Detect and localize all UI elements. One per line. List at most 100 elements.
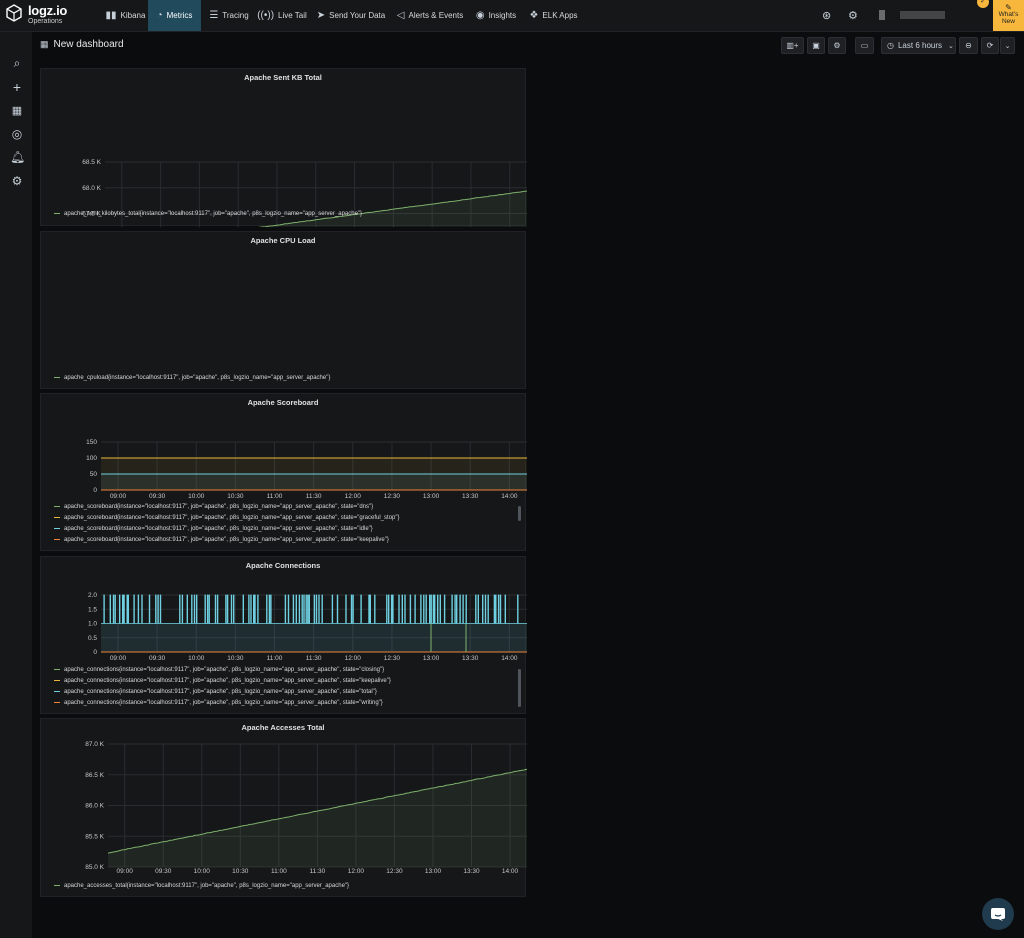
x-tick-label: 12:00 [345, 493, 362, 500]
megaphone-icon: ◁ [396, 10, 405, 21]
dashboard-title[interactable]: ▦ New dashboard [40, 39, 124, 50]
notification-badge: ✓ [977, 0, 989, 8]
account-avatar[interactable] [879, 10, 885, 20]
alerting-bell-icon[interactable]: 🔔︎ [10, 150, 25, 164]
nav-label: Insights [488, 11, 517, 20]
legend-item[interactable]: apache_connections{instance="localhost:9… [54, 678, 391, 689]
logo-name: logz.io [28, 3, 68, 18]
nav-tracing[interactable]: ☰ Tracing [204, 0, 254, 31]
legend-item[interactable]: apache_sent_kilobytes_total{instance="lo… [54, 211, 362, 222]
panel-apache-connections: Apache Connections 2.0 1.5 1.0 0.5 0 09:00 09:… [40, 556, 527, 714]
y-tick-label: 0.5 [88, 635, 97, 642]
nav-kibana[interactable]: ▮▮ Kibana [103, 0, 148, 31]
legend-label: apache_accesses_total{instance="localhos… [64, 883, 350, 889]
legend-label: apache_scoreboard{instance="localhost:91… [64, 515, 400, 521]
left-sidebar: ⌕ + ▦ ◎ 🔔︎ ⚙ [0, 32, 32, 938]
x-tick-label: 09:30 [149, 493, 166, 500]
create-plus-icon[interactable]: + [10, 79, 24, 95]
x-tick-label: 12:00 [348, 868, 365, 875]
x-tick-label: 11:00 [267, 493, 283, 500]
legend-item[interactable]: apache_cpuload{instance="localhost:9117"… [54, 375, 330, 386]
x-tick-label: 10:30 [232, 868, 249, 875]
legend-label: apache_connections{instance="localhost:9… [64, 700, 383, 706]
legend-label: apache_cpuload{instance="localhost:9117"… [64, 375, 331, 381]
x-tick-label: 14:00 [502, 868, 519, 875]
y-tick-label: 86.5 K [85, 772, 104, 779]
whats-new-line1: What's [998, 11, 1019, 18]
account-name-redacted[interactable] [900, 11, 945, 19]
legend-item[interactable]: apache_connections{instance="localhost:9… [54, 667, 391, 678]
wand-icon: ✎ [1005, 3, 1012, 12]
cycle-view-mode-button[interactable]: ▭ [855, 37, 874, 54]
add-panel-button[interactable]: ▥+ [781, 37, 804, 54]
legend-swatch [54, 690, 60, 692]
legend-swatch [54, 516, 60, 518]
y-tick-label: 1.0 [88, 621, 97, 628]
nav-label: Send Your Data [329, 11, 386, 20]
explore-compass-icon[interactable]: ◎ [10, 127, 24, 141]
nav-live-tail[interactable]: ((•)) Live Tail [257, 0, 307, 31]
x-tick-label: 09:00 [110, 655, 127, 662]
monitor-icon: ▭ [860, 41, 869, 50]
legend-label: apache_scoreboard{instance="localhost:91… [64, 537, 389, 543]
legend-label: apache_connections{instance="localhost:9… [64, 678, 391, 684]
nav-insights[interactable]: ◉ Insights [471, 0, 521, 31]
nav-label: Kibana [120, 11, 146, 20]
x-tick-label: 09:30 [149, 655, 166, 662]
dashboard-settings-button[interactable]: ⚙ [828, 37, 846, 54]
dashboard-title-text: New dashboard [53, 39, 124, 50]
refresh-icon: ⟳ [986, 41, 994, 50]
configuration-gear-icon[interactable]: ⚙ [10, 174, 24, 188]
zoom-out-button[interactable]: ⊖ [959, 37, 978, 54]
legend-swatch [54, 505, 60, 507]
search-icon[interactable]: ⌕ [10, 56, 24, 71]
logzio-logo[interactable]: logz.io Operations [6, 3, 68, 27]
legend-item[interactable]: apache_scoreboard{instance="localhost:91… [54, 526, 400, 537]
x-tick-label: 11:00 [271, 868, 287, 875]
nav-alerts-events[interactable]: ◁ Alerts & Events [392, 0, 468, 31]
help-lifebuoy-icon[interactable]: ⊛ [822, 9, 831, 22]
refresh-button[interactable]: ⟳ [981, 37, 999, 54]
save-dashboard-button[interactable]: ▣ [807, 37, 825, 54]
nav-label: ELK Apps [542, 11, 578, 20]
legend-item[interactable]: apache_scoreboard{instance="localhost:91… [54, 504, 400, 515]
x-tick-label: 14:00 [501, 655, 518, 662]
logo-cube-icon [6, 4, 22, 22]
gear-icon: ⚙ [833, 41, 841, 50]
legend-item[interactable]: apache_accesses_total{instance="localhos… [54, 883, 349, 894]
sent-kb-chart[interactable]: 68.5 K68.0 K67.5 K67.0 K66.5 K09:0009:30… [41, 69, 527, 227]
accesses-total-chart[interactable]: 87.0 K 86.5 K 86.0 K 85.5 K 85.0 K 09:00 09:30… [41, 719, 527, 898]
x-tick-label: 10:30 [227, 655, 244, 662]
refresh-interval-dropdown[interactable]: ⌄ [1000, 37, 1015, 54]
bar-chart-icon: ▮▮ [105, 10, 117, 21]
x-tick-label: 10:30 [227, 493, 244, 500]
y-tick-label: 150 [86, 439, 97, 446]
x-tick-label: 11:00 [267, 655, 283, 662]
legend-swatch [54, 701, 60, 703]
whats-new-line2: New [1001, 18, 1015, 25]
settings-gear-icon[interactable]: ⚙ [848, 9, 858, 22]
x-tick-label: 10:00 [188, 655, 205, 662]
time-range-picker[interactable]: ◷ Last 6 hours ⌄ [881, 37, 956, 54]
dashboards-grid-icon[interactable]: ▦ [10, 104, 24, 117]
nav-metrics[interactable]: ◔ Metrics [148, 0, 201, 31]
cpu-load-chart[interactable]: 0.016750.016700.016650.016600.0165509:00… [41, 232, 527, 390]
chevron-down-icon: ⌄ [1004, 42, 1011, 50]
legend-item[interactable]: apache_scoreboard{instance="localhost:91… [54, 537, 400, 548]
x-tick-label: 13:00 [425, 868, 442, 875]
legend-item[interactable]: apache_connections{instance="localhost:9… [54, 700, 391, 711]
x-tick-label: 09:00 [110, 493, 127, 500]
nav-elk-apps[interactable]: ❖ ELK Apps [526, 0, 581, 31]
legend-swatch [54, 668, 60, 670]
panel-apache-sent-kb-total: Apache Sent KB Total 68.5 K68.0 K67.5 K6… [40, 68, 527, 227]
whats-new-button[interactable]: ✎ What's New [993, 0, 1024, 31]
y-tick-label: 0 [93, 649, 97, 656]
legend-item[interactable]: apache_scoreboard{instance="localhost:91… [54, 515, 400, 526]
legend-item[interactable]: apache_connections{instance="localhost:9… [54, 689, 391, 700]
y-tick-label: 87.0 K [85, 741, 104, 748]
nav-send-your-data[interactable]: ➤ Send Your Data [312, 0, 390, 31]
legend-scrollbar[interactable] [518, 669, 521, 707]
legend-scrollbar[interactable] [518, 506, 521, 521]
support-chat-button[interactable] [982, 898, 1014, 930]
x-tick-label: 13:30 [462, 655, 479, 662]
